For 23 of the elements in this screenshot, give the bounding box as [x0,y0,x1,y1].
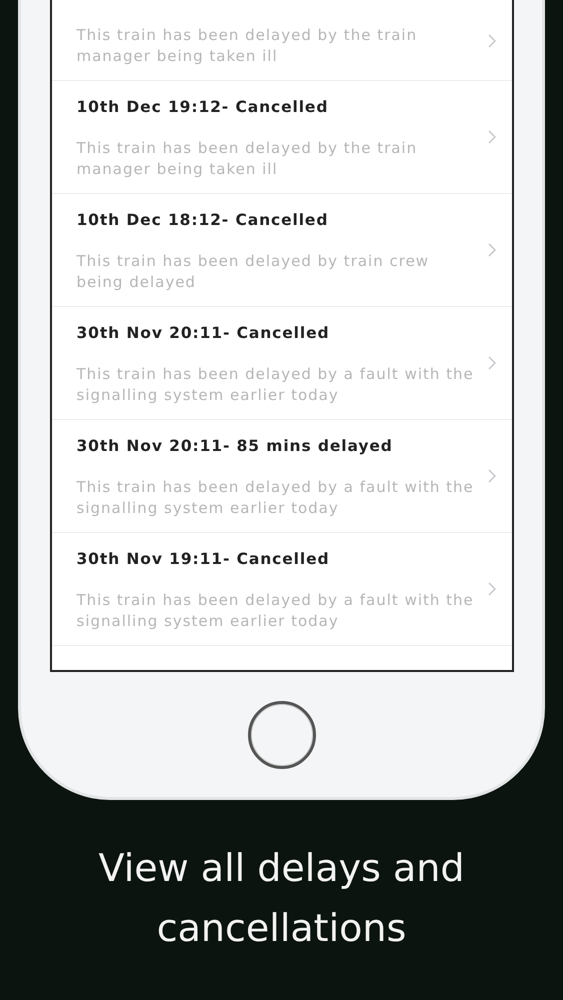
delay-description: This train has been delayed by a fault with the signalling system earlier today [76,590,475,632]
chevron-right-icon [488,243,496,257]
delay-title: 10th Dec 18:12- Cancelled [76,210,330,231]
chevron-right-icon [488,130,496,144]
chevron-right-icon [488,469,496,483]
delay-description: This train has been delayed by the train manager being taken ill [76,138,418,180]
chevron-right-icon [488,34,496,48]
delay-title: 30th Nov 20:11- 85 mins delayed [76,436,394,457]
delay-row[interactable]: 30th Nov 20:11- Cancelled This train has been delayed by a fault with the signalling system earlier today [52,307,512,420]
caption-text: View all delays and cancellations [98,845,466,952]
delay-title: 30th Nov 19:11- Cancelled [76,549,331,570]
delay-title: 10th Dec 19:12- Cancelled [76,97,330,118]
delay-row[interactable]: 10th Dec 18:12- Cancelled This train has been delayed by train crew being delayed [52,194,512,307]
delay-description: This train has been delayed by a fault with the signalling system earlier today [76,364,475,406]
delay-title: 30th Nov 20:11- Cancelled [76,323,331,344]
delay-description: This train has been delayed by a fault with the signalling system earlier today [76,477,475,519]
delay-description: This train has been delayed by train crew being delayed [76,251,430,293]
delay-row[interactable]: 30th Nov 19:11- Cancelled This train has been delayed by a fault with the signalling system earlier today [52,533,512,646]
delay-row[interactable]: 30th Nov 20:11- 85 mins delayed This train has been delayed by a fault with the signalling system earlier today [52,420,512,533]
chevron-right-icon [488,356,496,370]
delay-row[interactable]: 10th Dec 19:12- Cancelled This train has been delayed by the train manager being taken ill [52,81,512,194]
chevron-right-icon [488,582,496,596]
delay-description: This train has been delayed by the train manager being taken ill [76,25,418,67]
